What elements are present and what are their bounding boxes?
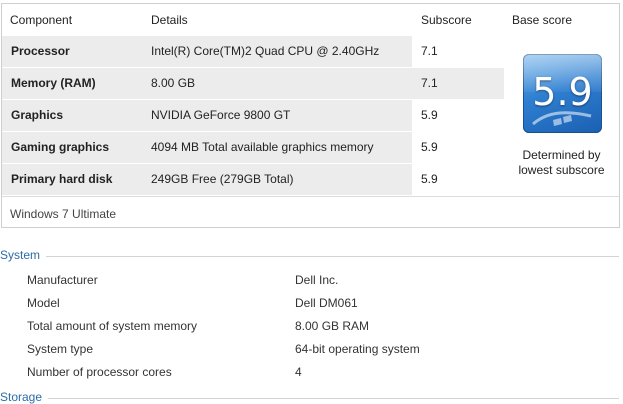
section-divider [46, 256, 619, 257]
prop-value: Dell Inc. [295, 273, 339, 287]
details-cell: 8.00 GB [147, 68, 412, 99]
base-score-caption: Determined by lowest subscore [518, 148, 605, 177]
prop-value: Dell DM061 [295, 296, 358, 310]
component-cell: Graphics [2, 100, 147, 131]
footer-divider [2, 196, 619, 197]
score-table: Component Details Subscore Base score Pr… [1, 3, 620, 228]
header-subscore: Subscore [421, 13, 472, 27]
section-title-storage: Storage [0, 390, 43, 404]
subscore-cell: 5.9 [412, 132, 504, 163]
details-cell: 4094 MB Total available graphics memory [147, 132, 412, 163]
component-cell: Primary hard disk [2, 164, 147, 195]
table-row: Memory (RAM) 8.00 GB 7.1 [2, 68, 504, 99]
table-row: Primary hard disk 249GB Free (279GB Tota… [2, 164, 504, 195]
base-score-panel: 5.9 Determined by lowest subscore [504, 36, 619, 196]
prop-value: 64-bit operating system [295, 342, 420, 356]
prop-value: 4 [295, 365, 302, 379]
prop-label: Model [27, 296, 60, 310]
header-details: Details [151, 13, 188, 27]
subscore-cell: 7.1 [412, 36, 504, 67]
subscore-cell: 5.9 [412, 100, 504, 131]
component-cell: Gaming graphics [2, 132, 147, 163]
edition-label: Windows 7 Ultimate [10, 207, 117, 221]
prop-label: System type [27, 342, 94, 356]
prop-label: Manufacturer [27, 273, 98, 287]
component-cell: Processor [2, 36, 147, 67]
subscore-cell: 5.9 [412, 164, 504, 195]
prop-label: Number of processor cores [27, 365, 172, 379]
table-row: Graphics NVIDIA GeForce 9800 GT 5.9 [2, 100, 504, 131]
header-base-score: Base score [512, 13, 573, 27]
component-cell: Memory (RAM) [2, 68, 147, 99]
table-row: Gaming graphics 4094 MB Total available … [2, 132, 504, 163]
prop-label: Total amount of system memory [27, 319, 198, 333]
base-score-badge: 5.9 [523, 54, 602, 133]
subscore-cell: 7.1 [412, 68, 504, 99]
details-cell: Intel(R) Core(TM)2 Quad CPU @ 2.40GHz [147, 36, 412, 67]
section-title-system: System [0, 248, 41, 262]
header-component: Component [10, 13, 73, 27]
details-cell: 249GB Free (279GB Total) [147, 164, 412, 195]
table-row: Processor Intel(R) Core(TM)2 Quad CPU @ … [2, 36, 504, 67]
prop-value: 8.00 GB RAM [295, 319, 370, 333]
base-score-value: 5.9 [532, 70, 593, 114]
details-cell: NVIDIA GeForce 9800 GT [147, 100, 412, 131]
table-header: Component Details Subscore Base score [2, 4, 619, 36]
section-divider [48, 398, 619, 399]
